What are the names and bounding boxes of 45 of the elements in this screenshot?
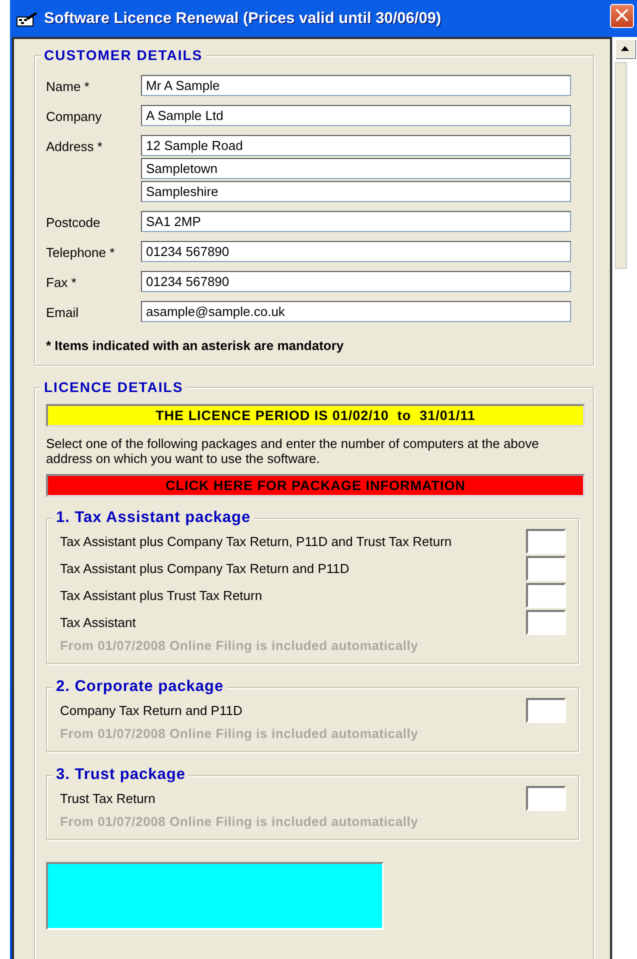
input-field[interactable]: Sampleshire <box>141 181 571 202</box>
field-label: Email <box>46 304 80 320</box>
input-field[interactable]: 01234 567890 <box>141 271 571 292</box>
quantity-field[interactable] <box>526 786 566 811</box>
input-field[interactable]: SA1 2MP <box>141 211 571 232</box>
package-option-label: Tax Assistant <box>60 615 136 630</box>
input-field[interactable]: 12 Sample Road <box>141 135 571 156</box>
scroll-thumb[interactable] <box>615 62 627 269</box>
field-label: Fax * <box>46 274 78 290</box>
online-filing-note: From 01/07/2008 Online Filing is included automatically <box>60 638 420 653</box>
package-option-label: Company Tax Return and P11D <box>60 703 242 718</box>
window-title: Software Licence Renewal (Prices valid until 30/06/09) <box>44 10 442 28</box>
group-title: 3. Trust package <box>53 765 188 785</box>
field-label: Company <box>46 108 103 124</box>
instructions-text: Select one of the following packages and enter the number of computers at the above address on which you want to use the software. <box>46 436 540 466</box>
quantity-field[interactable] <box>526 698 566 723</box>
input-field[interactable]: Sampletown <box>141 158 571 179</box>
online-filing-note: From 01/07/2008 Online Filing is included automatically <box>60 814 420 829</box>
input-field[interactable]: 01234 567890 <box>141 241 571 262</box>
input-field[interactable]: asample@sample.co.uk <box>141 301 571 322</box>
package-option-label: Tax Assistant plus Trust Tax Return <box>60 588 262 603</box>
field-label: Telephone * <box>46 244 116 260</box>
package-option-label: Tax Assistant plus Company Tax Return, P11D and Trust Tax Return <box>60 534 452 549</box>
close-button[interactable]: × <box>610 4 634 28</box>
package-option-label: Tax Assistant plus Company Tax Return and P11D <box>60 561 350 576</box>
online-filing-note: From 01/07/2008 Online Filing is included automatically <box>60 726 420 741</box>
scrollbar[interactable] <box>612 37 637 959</box>
group-title: 2. Corporate package <box>53 677 227 697</box>
quantity-field[interactable] <box>526 556 566 581</box>
package-option-label: Trust Tax Return <box>60 791 156 806</box>
arrow-up-icon <box>621 46 629 51</box>
quantity-field[interactable] <box>526 610 566 635</box>
package-info-button[interactable]: CLICK HERE FOR PACKAGE INFORMATION <box>46 474 585 497</box>
group-title: 1. Tax Assistant package <box>53 508 254 528</box>
field-label: Name * <box>46 78 90 94</box>
app-icon <box>16 10 38 26</box>
scroll-up-button[interactable] <box>615 39 635 58</box>
licence-period-banner: THE LICENCE PERIOD IS 01/02/10 to 31/01/11 <box>46 404 585 427</box>
quantity-field[interactable] <box>526 529 566 554</box>
field-label: Address * <box>46 138 104 154</box>
mandatory-note: * Items indicated with an asterisk are mandatory <box>46 338 345 353</box>
input-field[interactable]: A Sample Ltd <box>141 105 571 126</box>
field-label: Postcode <box>46 214 102 230</box>
input-field[interactable]: Mr A Sample <box>141 75 571 96</box>
quantity-field[interactable] <box>526 583 566 608</box>
